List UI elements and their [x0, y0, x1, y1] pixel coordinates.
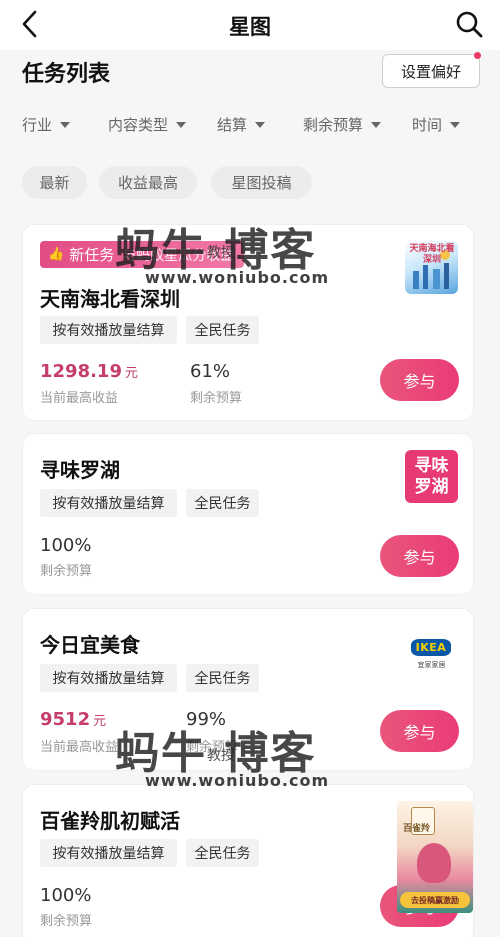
remaining-budget-value: 100%	[40, 535, 92, 556]
chip-star-submission[interactable]: 星图投稿	[211, 166, 312, 199]
section-title: 任务列表	[22, 62, 111, 87]
task-thumbnail[interactable]: 寻味罗湖	[405, 450, 458, 503]
caret-down-icon	[176, 121, 187, 128]
thumbs-up-icon: 👍	[48, 247, 65, 262]
money-amount: 1298.19	[40, 361, 122, 382]
filter-label: 内容类型	[108, 116, 169, 134]
new-task-badge: 👍 新任务 与蚂蚁星瓜分收益	[40, 241, 245, 268]
set-preferences-button[interactable]: 设置偏好	[382, 54, 480, 88]
max-earning-value: 1298.19 元	[40, 361, 138, 382]
figure-illustration-icon	[417, 843, 451, 883]
caret-down-icon	[60, 121, 71, 128]
money-unit: 元	[93, 714, 107, 729]
filter-label: 时间	[412, 116, 443, 134]
filter-content-type[interactable]: 内容类型	[108, 114, 187, 135]
filter-label: 剩余预算	[303, 116, 364, 134]
remaining-budget-label: 剩余预算	[190, 391, 243, 406]
caret-down-icon	[371, 121, 382, 128]
badge-label: 新任务	[69, 246, 115, 264]
task-card[interactable]: 百雀羚肌初赋活 按有效播放量结算 全民任务 100% 剩余预算 参与 百雀羚 去…	[22, 784, 474, 937]
search-icon[interactable]	[454, 9, 484, 39]
thumbnail-subcaption: 宜家家居	[417, 661, 446, 669]
task-thumbnail[interactable]: 百雀羚 去投稿赢激励	[397, 801, 473, 913]
filter-bar: 行业 内容类型 结算 剩余预算 时间	[0, 108, 500, 142]
task-card[interactable]: 今日宜美食 按有效播放量结算 全民任务 9512 元 当前最高收益 99% 剩余预…	[22, 608, 474, 771]
join-button[interactable]: 参与	[380, 710, 459, 752]
max-earning-value: 9512 元	[40, 709, 106, 730]
tag-settlement: 按有效播放量结算	[40, 489, 177, 517]
task-name: 今日宜美食	[40, 633, 140, 657]
remaining-budget-value: 99%	[186, 709, 227, 730]
tag-public: 全民任务	[186, 489, 259, 517]
tag-settlement: 按有效播放量结算	[40, 316, 177, 344]
caret-down-icon	[450, 121, 461, 128]
thumbnail-subcaption: 去投稿赢激励	[400, 892, 470, 908]
badge-sublabel: 与蚂蚁星瓜分收益	[122, 247, 235, 264]
filter-label: 行业	[22, 116, 53, 134]
money-unit: 元	[124, 366, 138, 381]
thumbnail-caption: 百雀羚	[403, 824, 431, 834]
join-button[interactable]: 参与	[380, 359, 459, 401]
remaining-budget-value: 61%	[190, 361, 231, 382]
ikea-logo: IKEA	[411, 639, 451, 656]
notification-dot	[474, 52, 481, 59]
filter-time[interactable]: 时间	[412, 114, 461, 135]
thumbnail-caption: 寻味罗湖	[414, 455, 449, 497]
top-bar: 星图	[0, 0, 500, 50]
money-amount: 9512	[40, 709, 91, 730]
task-name: 百雀羚肌初赋活	[40, 809, 180, 833]
task-card[interactable]: 👍 新任务 与蚂蚁星瓜分收益 天南海北看深圳 按有效播放量结算 全民任务 129…	[22, 224, 474, 421]
max-earning-label: 当前最高收益	[40, 391, 119, 406]
task-thumbnail[interactable]: IKEA 宜家家居	[405, 629, 458, 682]
task-name: 寻味罗湖	[40, 458, 120, 482]
task-list-header: 任务列表 设置偏好	[0, 50, 500, 100]
filter-label: 结算	[217, 116, 248, 134]
caret-down-icon	[255, 121, 266, 128]
filter-remaining-budget[interactable]: 剩余预算	[303, 114, 382, 135]
chip-highest-earning[interactable]: 收益最高	[99, 166, 197, 199]
task-thumbnail[interactable]: 天南海北看深圳	[405, 241, 458, 294]
sort-chips: 最新 收益最高 星图投稿	[0, 166, 500, 202]
remaining-budget-label: 剩余预算	[186, 740, 239, 755]
remaining-budget-value: 100%	[40, 885, 92, 906]
join-button[interactable]: 参与	[380, 535, 459, 577]
tag-public: 全民任务	[186, 316, 259, 344]
tag-public: 全民任务	[186, 664, 259, 692]
thumbnail-caption: IKEA	[415, 641, 447, 654]
filter-settlement[interactable]: 结算	[217, 114, 266, 135]
task-name: 天南海北看深圳	[40, 287, 180, 311]
tag-settlement: 按有效播放量结算	[40, 664, 177, 692]
max-earning-label: 当前最高收益	[40, 740, 119, 755]
task-card[interactable]: 寻味罗湖 按有效播放量结算 全民任务 100% 剩余预算 参与 寻味罗湖	[22, 433, 474, 595]
remaining-budget-label: 剩余预算	[40, 914, 93, 929]
tag-settlement: 按有效播放量结算	[40, 839, 177, 867]
chip-latest[interactable]: 最新	[22, 166, 87, 199]
page-title: 星图	[229, 15, 271, 39]
filter-industry[interactable]: 行业	[22, 114, 71, 135]
thumbnail-caption: 天南海北看深圳	[409, 244, 455, 265]
remaining-budget-label: 剩余预算	[40, 564, 93, 579]
tag-public: 全民任务	[186, 839, 259, 867]
